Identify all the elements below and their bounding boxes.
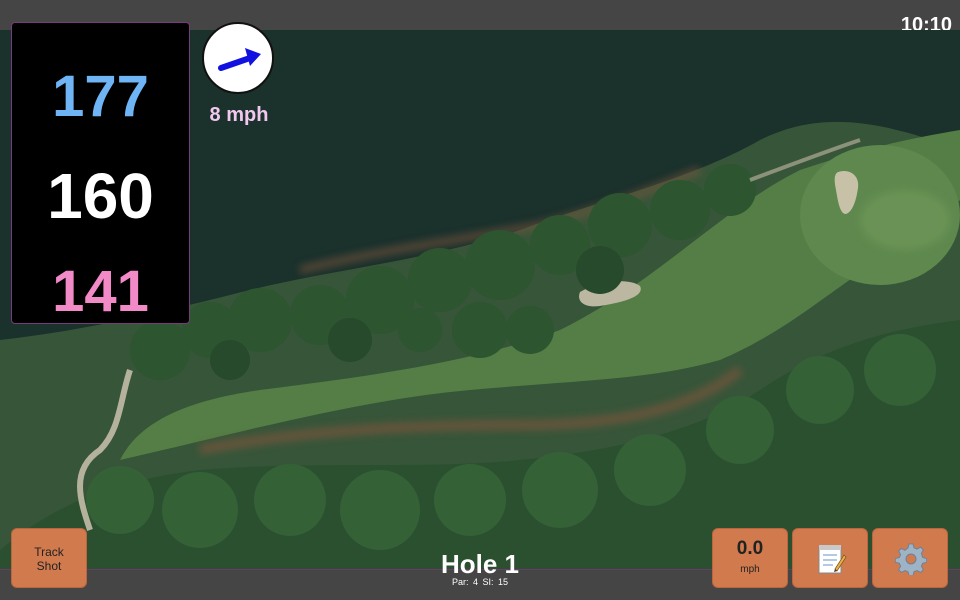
wind-direction-indicator: [202, 22, 274, 94]
notepad-icon: [818, 545, 847, 574]
track-shot-label: Track Shot: [34, 545, 64, 573]
hole-title: Hole 1: [440, 549, 520, 579]
hole-info: Par: 4 SI: 15: [380, 577, 580, 587]
notes-button[interactable]: [792, 528, 868, 588]
back-yardage: 177: [52, 64, 149, 129]
front-yardage: 141: [52, 259, 149, 324]
speed-value: 0.0: [736, 538, 764, 559]
yardage-panel: 177 160 141: [11, 22, 190, 324]
speed-button[interactable]: 0.0 mph: [712, 528, 788, 588]
settings-button[interactable]: [872, 528, 948, 588]
middle-yardage: 160: [47, 160, 154, 232]
speed-unit: mph: [740, 564, 760, 575]
wind-direction-arrow-icon: [218, 48, 261, 71]
hole-stroke-index: SI: 15: [482, 577, 509, 587]
wind-speed-label: 8 mph: [209, 104, 269, 126]
track-shot-button[interactable]: Track Shot: [11, 528, 87, 588]
gear-icon: [895, 543, 927, 575]
hole-par: Par: 4: [451, 577, 478, 587]
